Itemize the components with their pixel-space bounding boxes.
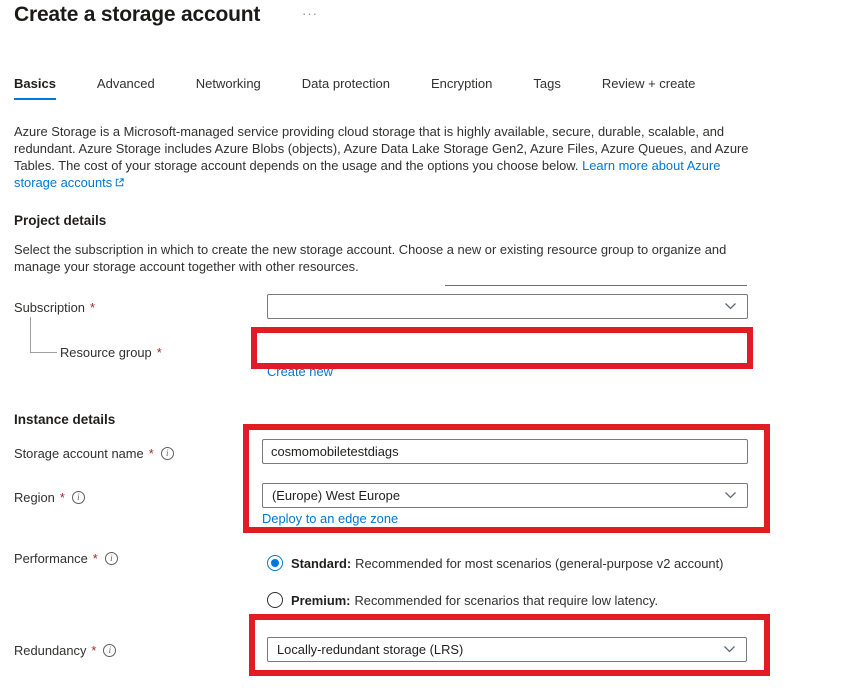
storage-account-name-label: Storage account name * i (14, 446, 174, 461)
intro-text: Azure Storage is a Microsoft-managed ser… (14, 123, 756, 192)
performance-label: Performance * i (14, 551, 118, 566)
required-marker: * (60, 490, 65, 505)
required-marker: * (91, 643, 96, 658)
project-details-description: Select the subscription in which to crea… (14, 241, 756, 275)
resource-group-connector (30, 317, 57, 353)
performance-label-text: Performance (14, 551, 88, 566)
required-marker: * (149, 446, 154, 461)
deploy-edge-zone-link[interactable]: Deploy to an edge zone (262, 511, 398, 526)
chevron-down-icon (724, 299, 737, 314)
required-marker: * (93, 551, 98, 566)
info-icon[interactable]: i (103, 644, 116, 657)
storage-account-name-label-text: Storage account name (14, 446, 144, 461)
performance-option-premium[interactable]: Premium: Recommended for scenarios that r… (267, 592, 658, 608)
redundancy-label-text: Redundancy (14, 643, 86, 658)
radio-unselected-icon[interactable] (267, 592, 283, 608)
required-marker: * (90, 300, 95, 315)
create-storage-account-page: Create a storage account ··· Basics Adva… (0, 0, 854, 690)
standard-option-text: Standard: Recommended for most scenarios … (291, 556, 723, 571)
tab-basics[interactable]: Basics (14, 76, 56, 100)
resource-group-input[interactable] (260, 332, 746, 362)
premium-option-description: Recommended for scenarios that require l… (354, 593, 658, 608)
create-new-link[interactable]: Create new (267, 364, 333, 379)
external-link-icon (114, 175, 125, 192)
region-value: (Europe) West Europe (272, 488, 400, 503)
info-icon[interactable]: i (161, 447, 174, 460)
tab-tags[interactable]: Tags (533, 76, 560, 100)
subscription-label-text: Subscription (14, 300, 85, 315)
performance-option-standard[interactable]: Standard: Recommended for most scenarios … (267, 555, 723, 571)
region-label: Region * i (14, 490, 85, 505)
redundancy-label: Redundancy * i (14, 643, 116, 658)
radio-selected-icon[interactable] (267, 555, 283, 571)
premium-option-text: Premium: Recommended for scenarios that r… (291, 593, 658, 608)
more-options-icon[interactable]: ··· (302, 6, 318, 22)
info-icon[interactable]: i (105, 552, 118, 565)
callout-border-artifact (445, 285, 747, 286)
tab-networking[interactable]: Networking (196, 76, 261, 100)
region-dropdown[interactable]: (Europe) West Europe (262, 483, 748, 508)
storage-account-name-input[interactable] (262, 439, 748, 464)
tab-advanced[interactable]: Advanced (97, 76, 155, 100)
chevron-down-icon (723, 642, 736, 657)
resource-group-label-text: Resource group (60, 345, 152, 360)
chevron-down-icon (724, 488, 737, 503)
tab-encryption[interactable]: Encryption (431, 76, 492, 100)
info-icon[interactable]: i (72, 491, 85, 504)
region-label-text: Region (14, 490, 55, 505)
page-title: Create a storage account (14, 3, 260, 27)
tab-data-protection[interactable]: Data protection (302, 76, 390, 100)
subscription-dropdown[interactable] (267, 294, 748, 319)
standard-option-description: Recommended for most scenarios (general-… (355, 556, 723, 571)
subscription-label: Subscription * (14, 300, 95, 315)
required-marker: * (157, 345, 162, 360)
wizard-tabs: Basics Advanced Networking Data protecti… (14, 76, 695, 100)
premium-option-name: Premium: (291, 593, 350, 608)
project-details-heading: Project details (14, 213, 106, 228)
tab-review-create[interactable]: Review + create (602, 76, 696, 100)
instance-details-heading: Instance details (14, 412, 115, 427)
redundancy-dropdown[interactable]: Locally-redundant storage (LRS) (267, 637, 747, 662)
resource-group-label: Resource group * (60, 345, 162, 360)
standard-option-name: Standard: (291, 556, 351, 571)
redundancy-value: Locally-redundant storage (LRS) (277, 642, 463, 657)
